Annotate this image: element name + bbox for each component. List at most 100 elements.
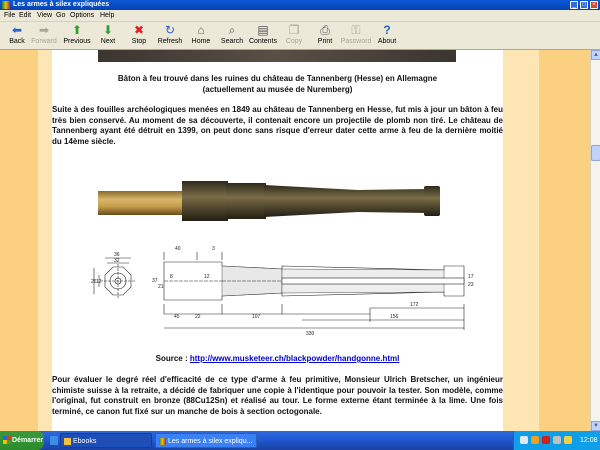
dim-8: 8 (170, 274, 173, 280)
about-button[interactable]: ? About (370, 24, 404, 49)
print-button[interactable]: ⎙ Print (308, 24, 342, 49)
tray-misc-icon[interactable] (564, 436, 572, 444)
paragraph-bretscher: Pour évaluer le degré réel d'efficacité … (52, 375, 503, 416)
taskbar-item-les-armes-label: Les armes à silex expliqu... (168, 438, 253, 445)
stop-label: Stop (131, 38, 147, 45)
system-tray: 12:08 (513, 431, 600, 450)
stop-icon: ✖ (133, 23, 145, 37)
left-border-band (0, 50, 38, 431)
stop-button[interactable]: ✖ Stop (122, 24, 156, 49)
scroll-thumb[interactable] (591, 145, 600, 161)
copy-icon: ❐ (288, 23, 300, 37)
minimize-button[interactable]: _ (570, 1, 578, 9)
taskbar-item-les-armes[interactable]: Les armes à silex expliqu... (155, 433, 257, 448)
hand-cannon-photo (98, 181, 440, 221)
quick-launch-browser-icon[interactable] (50, 436, 58, 445)
start-label: Démarrer (12, 437, 44, 444)
windows-logo-icon (3, 436, 11, 444)
forward-label: Forward (31, 38, 57, 45)
dim-37: 37 (152, 278, 158, 284)
taskbar: Démarrer Ebooks Les armes à silex expliq… (0, 431, 600, 450)
password-icon: ⚿ (351, 23, 361, 37)
source-label: Source : (155, 354, 188, 363)
page-content: Bâton à feu trouvé dans les ruines du ch… (52, 50, 503, 431)
app-task-icon (159, 438, 166, 445)
caption-line-2: (actuellement au musée de Nuremberg) (202, 85, 353, 94)
scroll-down-button[interactable]: ▼ (591, 421, 600, 431)
dim-17: 17 (468, 274, 474, 280)
forward-button[interactable]: ➡ Forward (27, 24, 61, 49)
right-border-band-light (503, 50, 539, 431)
menu-edit[interactable]: Edit (19, 10, 31, 22)
search-button[interactable]: ⌕ Search (215, 24, 249, 49)
right-border-band (539, 50, 590, 431)
dim-172: 172 (410, 302, 419, 308)
home-button[interactable]: ⌂ Home (184, 24, 218, 49)
password-label: Password (340, 38, 372, 45)
tray-network-icon[interactable] (520, 436, 528, 444)
dim-40: 40 (175, 246, 181, 252)
copy-button[interactable]: ❐ Copy (277, 24, 311, 49)
taskbar-item-ebooks[interactable]: Ebooks (60, 433, 152, 448)
print-label: Print (317, 38, 333, 45)
search-label: Search (220, 38, 244, 45)
folder-icon (64, 438, 71, 445)
source-link[interactable]: http://www.musketeer.ch/blackpowder/hand… (190, 354, 400, 363)
tray-antivirus-icon[interactable] (542, 436, 550, 444)
copy-label: Copy (285, 38, 303, 45)
dim-107: 107 (252, 314, 261, 320)
paragraph-discovery: Suite à des fouilles archéologiques mené… (52, 105, 503, 146)
menu-go[interactable]: Go (56, 10, 65, 22)
menu-file[interactable]: File (4, 10, 15, 22)
down-arrow-icon: ⬇ (102, 23, 114, 37)
back-arrow-icon: ⬅ (11, 23, 23, 37)
content-viewport[interactable]: Bâton à feu trouvé dans les ruines du ch… (0, 50, 590, 431)
technical-drawing: 36 32 26 12 40 3 8 12 37 21 17 23 45 22 … (91, 246, 474, 337)
dim-3: 3 (212, 246, 215, 252)
next-label: Next (100, 38, 116, 45)
menu-help[interactable]: Help (100, 10, 114, 22)
left-border-band-light (38, 50, 52, 431)
tray-alert-icon[interactable] (531, 436, 539, 444)
contents-icon: ▤ (257, 23, 269, 37)
previous-image-bottom (98, 50, 456, 62)
source-line: Source : http://www.musketeer.ch/blackpo… (52, 354, 503, 364)
window-title: Les armes à silex expliquées (13, 1, 110, 8)
previous-label: Previous (63, 38, 91, 45)
previous-button[interactable]: ⬆ Previous (60, 24, 94, 49)
app-icon (2, 1, 10, 9)
print-icon: ⎙ (320, 23, 330, 37)
contents-label: Contents (248, 38, 278, 45)
dim-330: 330 (306, 331, 315, 337)
image-caption: Bâton à feu trouvé dans les ruines du ch… (52, 73, 503, 95)
dim-23: 23 (468, 282, 474, 288)
dim-21: 21 (158, 284, 164, 290)
close-button[interactable]: × (590, 1, 598, 9)
password-button[interactable]: ⚿ Password (339, 24, 373, 49)
title-bar: Les armes à silex expliquées _ □ × (0, 0, 600, 10)
contents-button[interactable]: ▤ Contents (246, 24, 280, 49)
tray-volume-icon[interactable] (553, 436, 561, 444)
up-arrow-icon: ⬆ (71, 23, 83, 37)
dim-22: 22 (195, 314, 201, 320)
caption-line-1: Bâton à feu trouvé dans les ruines du ch… (117, 74, 438, 83)
menu-options[interactable]: Options (70, 10, 94, 22)
home-icon: ⌂ (197, 23, 205, 37)
start-button[interactable]: Démarrer (0, 431, 44, 450)
dim-156: 156 (390, 314, 399, 320)
toolbar: ⬅ Back ➡ Forward ⬆ Previous ⬇ Next ✖ Sto… (0, 22, 600, 50)
vertical-scrollbar[interactable]: ▲ ▼ (590, 50, 600, 431)
taskbar-item-ebooks-label: Ebooks (73, 438, 97, 445)
home-label: Home (191, 38, 211, 45)
about-label: About (377, 38, 397, 45)
dim-12-side: 12 (204, 274, 210, 280)
menu-view[interactable]: View (37, 10, 52, 22)
dim-12-left: 12 (96, 279, 102, 285)
menu-bar: File Edit View Go Options Help (0, 10, 600, 22)
about-icon: ? (383, 23, 391, 37)
refresh-button[interactable]: ↻ Refresh (153, 24, 187, 49)
forward-arrow-icon: ➡ (38, 23, 50, 37)
next-button[interactable]: ⬇ Next (91, 24, 125, 49)
scroll-up-button[interactable]: ▲ (591, 50, 600, 60)
maximize-button[interactable]: □ (580, 1, 588, 9)
